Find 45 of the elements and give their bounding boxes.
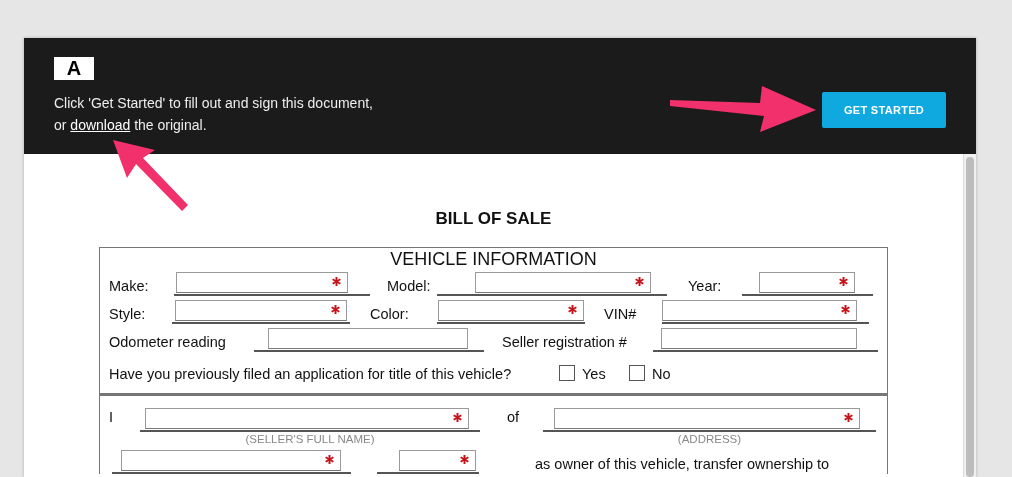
form-label: Seller registration # <box>502 333 628 352</box>
form-label: Make: <box>109 277 150 296</box>
input-field[interactable] <box>438 300 584 321</box>
asterisk-icon <box>332 277 341 286</box>
checkbox-label: Yes <box>582 365 606 384</box>
input-field[interactable] <box>145 408 469 429</box>
form-label: I <box>109 408 115 427</box>
asterisk-icon <box>841 305 850 314</box>
checkbox[interactable] <box>629 365 645 381</box>
asterisk-icon <box>839 277 848 286</box>
input-field[interactable] <box>475 272 651 293</box>
asterisk-icon <box>844 413 853 422</box>
form-label: as owner of this vehicle, transfer ownership to <box>535 455 831 474</box>
document-title: BILL OF SALE <box>434 209 553 229</box>
form-label: Color: <box>370 305 410 324</box>
form-label: Model: <box>387 277 432 296</box>
checkbox[interactable] <box>559 365 575 381</box>
asterisk-icon <box>331 305 340 314</box>
asterisk-icon <box>325 455 334 464</box>
form-label: Year: <box>688 277 723 296</box>
input-field[interactable] <box>268 328 468 349</box>
input-field[interactable] <box>554 408 860 429</box>
form-label: Style: <box>109 305 147 324</box>
input-field[interactable] <box>661 328 857 349</box>
form-label: VIN# <box>604 305 638 324</box>
input-field[interactable] <box>121 450 341 471</box>
input-field[interactable] <box>175 300 347 321</box>
field-caption: (SELLER'S FULL NAME) <box>244 432 376 446</box>
input-field[interactable] <box>176 272 348 293</box>
form-label: of <box>507 408 521 427</box>
form-label: Have you previously filed an application for title of this vehicle? <box>109 365 513 384</box>
field-caption: (ADDRESS) <box>676 432 743 446</box>
asterisk-icon <box>453 413 462 422</box>
section-heading: VEHICLE INFORMATION <box>389 249 598 270</box>
input-field[interactable] <box>399 450 476 471</box>
asterisk-icon <box>635 277 644 286</box>
form-label: Odometer reading <box>109 333 227 352</box>
asterisk-icon <box>460 455 469 464</box>
download-link[interactable]: download <box>70 117 131 133</box>
instruction-text: Click 'Get Started' to fill out and sign this document, or download the original. <box>54 94 373 135</box>
logo: A <box>54 57 94 80</box>
asterisk-icon <box>568 305 577 314</box>
input-field[interactable] <box>759 272 855 293</box>
input-field[interactable] <box>662 300 857 321</box>
checkbox-label: No <box>652 365 671 384</box>
